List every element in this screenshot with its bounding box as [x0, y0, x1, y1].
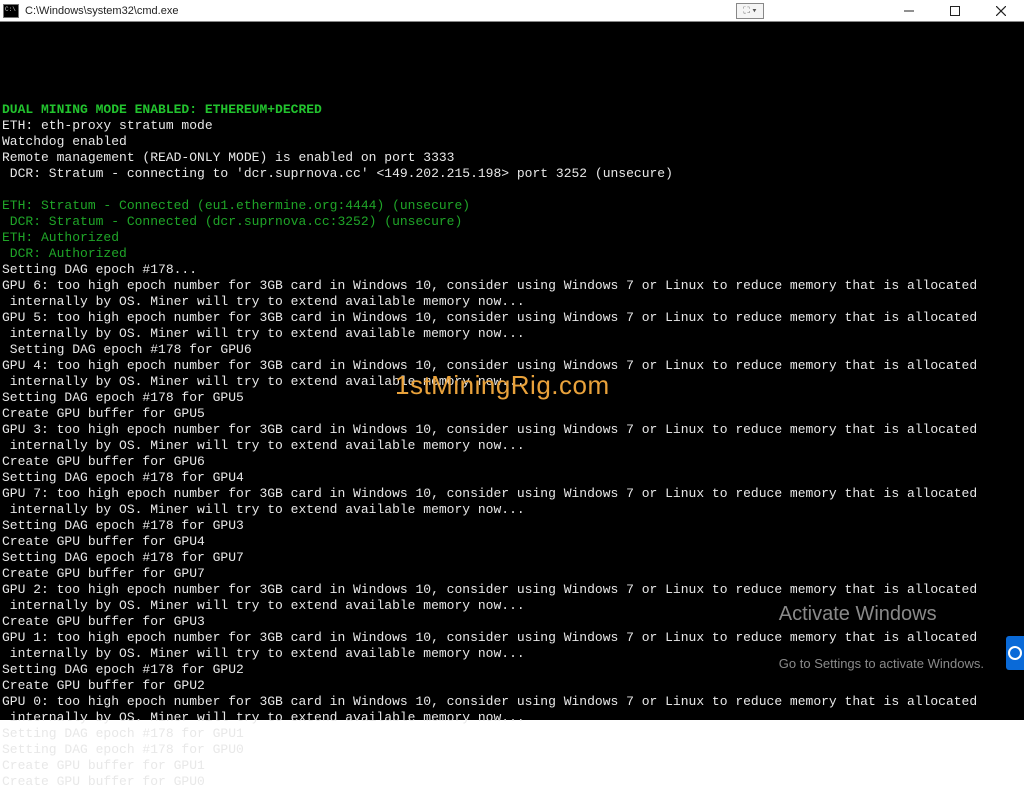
window-controls — [886, 0, 1024, 22]
teamviewer-badge-icon[interactable] — [1006, 636, 1024, 670]
terminal-line: DUAL MINING MODE ENABLED: ETHEREUM+DECRE… — [2, 102, 1022, 118]
terminal-line: GPU 4: too high epoch number for 3GB car… — [2, 358, 1022, 374]
terminal-line: Create GPU buffer for GPU6 — [2, 454, 1022, 470]
cmd-icon — [3, 4, 19, 18]
terminal-line: Setting DAG epoch #178 for GPU5 — [2, 390, 1022, 406]
window-title: C:\Windows\system32\cmd.exe — [23, 5, 178, 17]
terminal-line: ETH: eth-proxy stratum mode — [2, 118, 1022, 134]
terminal-line: GPU 2: too high epoch number for 3GB car… — [2, 582, 1022, 598]
terminal-line: Remote management (READ-ONLY MODE) is en… — [2, 150, 1022, 166]
terminal-line: Create GPU buffer for GPU0 — [2, 774, 1022, 790]
terminal-line: internally by OS. Miner will try to exte… — [2, 326, 1022, 342]
terminal-line: GPU 1: too high epoch number for 3GB car… — [2, 630, 1022, 646]
terminal-line: ETH: Authorized — [2, 230, 1022, 246]
terminal-line: Setting DAG epoch #178 for GPU2 — [2, 662, 1022, 678]
terminal-line: internally by OS. Miner will try to exte… — [2, 294, 1022, 310]
window-titlebar[interactable]: C:\Windows\system32\cmd.exe ⛶ ▾ — [0, 0, 1024, 22]
terminal-line: Setting DAG epoch #178 for GPU0 — [2, 742, 1022, 758]
minimize-icon — [904, 6, 914, 16]
terminal-line: Setting DAG epoch #178... — [2, 262, 1022, 278]
maximize-icon — [950, 6, 960, 16]
terminal-line: GPU 0: too high epoch number for 3GB car… — [2, 694, 1022, 710]
terminal-line: Setting DAG epoch #178 for GPU7 — [2, 550, 1022, 566]
maximize-button[interactable] — [932, 0, 978, 22]
terminal-line: internally by OS. Miner will try to exte… — [2, 374, 1022, 390]
terminal-line: Setting DAG epoch #178 for GPU1 — [2, 726, 1022, 742]
terminal-line: Create GPU buffer for GPU2 — [2, 678, 1022, 694]
terminal-line: internally by OS. Miner will try to exte… — [2, 710, 1022, 726]
scrollbar[interactable] — [1008, 22, 1024, 720]
terminal-line: GPU 6: too high epoch number for 3GB car… — [2, 278, 1022, 294]
terminal-line: internally by OS. Miner will try to exte… — [2, 438, 1022, 454]
terminal-line — [2, 182, 1022, 198]
close-icon — [996, 6, 1006, 16]
terminal-line: GPU 7: too high epoch number for 3GB car… — [2, 486, 1022, 502]
terminal-line: Create GPU buffer for GPU4 — [2, 534, 1022, 550]
terminal-line: ETH: Stratum - Connected (eu1.ethermine.… — [2, 198, 1022, 214]
minimize-button[interactable] — [886, 0, 932, 22]
terminal-line: Create GPU buffer for GPU7 — [2, 566, 1022, 582]
terminal-line: Setting DAG epoch #178 for GPU4 — [2, 470, 1022, 486]
terminal-line: internally by OS. Miner will try to exte… — [2, 598, 1022, 614]
terminal-line: internally by OS. Miner will try to exte… — [2, 502, 1022, 518]
terminal-line: internally by OS. Miner will try to exte… — [2, 646, 1022, 662]
terminal-line: GPU 3: too high epoch number for 3GB car… — [2, 422, 1022, 438]
terminal-line: DCR: Authorized — [2, 246, 1022, 262]
terminal-line: GPU 5: too high epoch number for 3GB car… — [2, 310, 1022, 326]
terminal-line: Setting DAG epoch #178 for GPU6 — [2, 342, 1022, 358]
terminal-line: Create GPU buffer for GPU1 — [2, 758, 1022, 774]
terminal-line: Create GPU buffer for GPU3 — [2, 614, 1022, 630]
terminal-output[interactable]: 1stMiningRig.com Activate Windows Go to … — [0, 22, 1024, 720]
terminal-line: DCR: Stratum - Connected (dcr.suprnova.c… — [2, 214, 1022, 230]
terminal-line: Watchdog enabled — [2, 134, 1022, 150]
terminal-line: Create GPU buffer for GPU5 — [2, 406, 1022, 422]
window-mode-control[interactable]: ⛶ ▾ — [736, 3, 764, 19]
terminal-line: DCR: Stratum - connecting to 'dcr.suprno… — [2, 166, 1022, 182]
close-button[interactable] — [978, 0, 1024, 22]
terminal-line: Setting DAG epoch #178 for GPU3 — [2, 518, 1022, 534]
